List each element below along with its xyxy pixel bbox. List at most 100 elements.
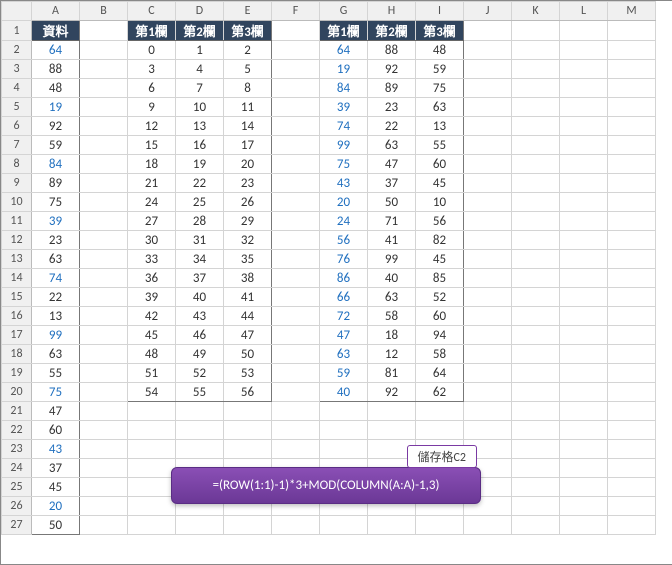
cell-A18[interactable]: 63 [32, 345, 80, 364]
cell-B27[interactable] [80, 516, 128, 535]
cell-M8[interactable] [608, 155, 656, 174]
cell-M5[interactable] [608, 98, 656, 117]
cell-B2[interactable] [80, 41, 128, 60]
cell-A23[interactable]: 43 [32, 440, 80, 459]
cell-A19[interactable]: 55 [32, 364, 80, 383]
cell-C7[interactable]: 15 [128, 136, 176, 155]
cell-L6[interactable] [560, 117, 608, 136]
cell-K17[interactable] [512, 326, 560, 345]
cell-A2[interactable]: 64 [32, 41, 80, 60]
cell-M13[interactable] [608, 250, 656, 269]
cell-K23[interactable] [512, 440, 560, 459]
cell-F8[interactable] [272, 155, 320, 174]
row-header-20[interactable]: 20 [2, 383, 32, 402]
cell-H2[interactable]: 88 [368, 41, 416, 60]
cell-L1[interactable] [560, 21, 608, 41]
cell-K13[interactable] [512, 250, 560, 269]
cell-B22[interactable] [80, 421, 128, 440]
cell-C25[interactable] [128, 478, 176, 497]
cell-F4[interactable] [272, 79, 320, 98]
cell-E18[interactable]: 50 [224, 345, 272, 364]
row-header-7[interactable]: 7 [2, 136, 32, 155]
cell-I4[interactable]: 75 [416, 79, 464, 98]
cell-M16[interactable] [608, 307, 656, 326]
cell-E9[interactable]: 23 [224, 174, 272, 193]
cell-A10[interactable]: 75 [32, 193, 80, 212]
cell-G9[interactable]: 43 [320, 174, 368, 193]
cell-D19[interactable]: 52 [176, 364, 224, 383]
cell-G13[interactable]: 76 [320, 250, 368, 269]
row-header-18[interactable]: 18 [2, 345, 32, 364]
cell-L4[interactable] [560, 79, 608, 98]
cell-L25[interactable] [560, 478, 608, 497]
row-header-5[interactable]: 5 [2, 98, 32, 117]
cell-B13[interactable] [80, 250, 128, 269]
cell-E3[interactable]: 5 [224, 60, 272, 79]
cell-K8[interactable] [512, 155, 560, 174]
cell-K4[interactable] [512, 79, 560, 98]
cell-F9[interactable] [272, 174, 320, 193]
cell-F20[interactable] [272, 383, 320, 402]
cell-L16[interactable] [560, 307, 608, 326]
cell-L15[interactable] [560, 288, 608, 307]
cell-A6[interactable]: 92 [32, 117, 80, 136]
cell-E4[interactable]: 8 [224, 79, 272, 98]
cell-I6[interactable]: 13 [416, 117, 464, 136]
row-header-11[interactable]: 11 [2, 212, 32, 231]
cell-K6[interactable] [512, 117, 560, 136]
cell-A22[interactable]: 60 [32, 421, 80, 440]
cell-F17[interactable] [272, 326, 320, 345]
cell-D6[interactable]: 13 [176, 117, 224, 136]
cell-I8[interactable]: 60 [416, 155, 464, 174]
cell-C24[interactable] [128, 459, 176, 478]
cell-F11[interactable] [272, 212, 320, 231]
cell-D7[interactable]: 16 [176, 136, 224, 155]
cell-M27[interactable] [608, 516, 656, 535]
cell-G3[interactable]: 19 [320, 60, 368, 79]
cell-G22[interactable] [320, 421, 368, 440]
cell-D17[interactable]: 46 [176, 326, 224, 345]
cell-J13[interactable] [464, 250, 512, 269]
cell-K3[interactable] [512, 60, 560, 79]
cell-C21[interactable] [128, 402, 176, 421]
cell-C3[interactable]: 3 [128, 60, 176, 79]
cell-J9[interactable] [464, 174, 512, 193]
cell-B6[interactable] [80, 117, 128, 136]
cell-E10[interactable]: 26 [224, 193, 272, 212]
row-header-15[interactable]: 15 [2, 288, 32, 307]
cell-E6[interactable]: 14 [224, 117, 272, 136]
cell-J2[interactable] [464, 41, 512, 60]
cell-M6[interactable] [608, 117, 656, 136]
cell-H27[interactable] [368, 516, 416, 535]
cell-G14[interactable]: 86 [320, 269, 368, 288]
cell-B4[interactable] [80, 79, 128, 98]
cell-K25[interactable] [512, 478, 560, 497]
cell-L12[interactable] [560, 231, 608, 250]
cell-A1[interactable]: 資料 [32, 21, 80, 41]
cell-L24[interactable] [560, 459, 608, 478]
cell-D27[interactable] [176, 516, 224, 535]
cell-J19[interactable] [464, 364, 512, 383]
cell-I3[interactable]: 59 [416, 60, 464, 79]
cell-I1[interactable]: 第3欄 [416, 21, 464, 41]
row-header-13[interactable]: 13 [2, 250, 32, 269]
cell-C11[interactable]: 27 [128, 212, 176, 231]
cell-M7[interactable] [608, 136, 656, 155]
cell-G4[interactable]: 84 [320, 79, 368, 98]
col-header-B[interactable]: B [80, 2, 128, 21]
cell-B25[interactable] [80, 478, 128, 497]
cell-E19[interactable]: 53 [224, 364, 272, 383]
cell-B10[interactable] [80, 193, 128, 212]
cell-G27[interactable] [320, 516, 368, 535]
cell-A25[interactable]: 45 [32, 478, 80, 497]
cell-E20[interactable]: 56 [224, 383, 272, 402]
cell-F19[interactable] [272, 364, 320, 383]
cell-G10[interactable]: 20 [320, 193, 368, 212]
cell-K16[interactable] [512, 307, 560, 326]
cell-B21[interactable] [80, 402, 128, 421]
cell-H17[interactable]: 18 [368, 326, 416, 345]
cell-B17[interactable] [80, 326, 128, 345]
cell-A8[interactable]: 84 [32, 155, 80, 174]
row-header-6[interactable]: 6 [2, 117, 32, 136]
cell-C9[interactable]: 21 [128, 174, 176, 193]
